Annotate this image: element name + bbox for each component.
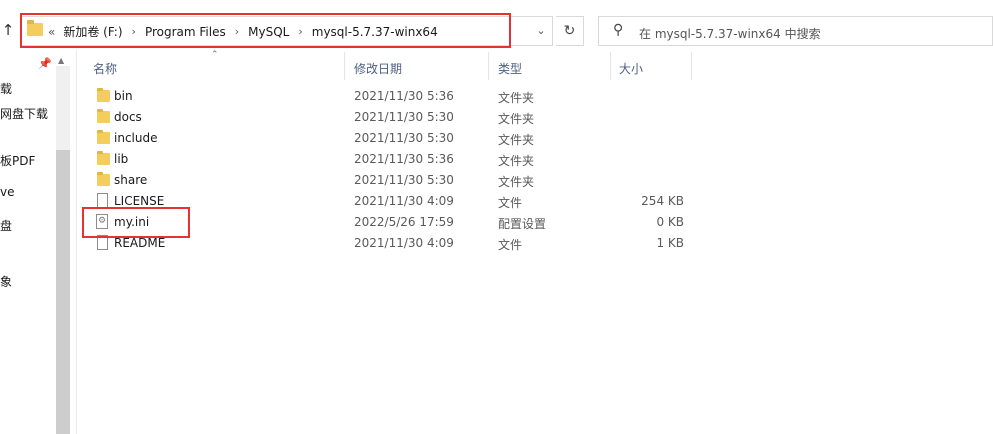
column-headers: ⌃ 名称 修改日期 类型 大小	[77, 50, 993, 82]
list-item[interactable]: include 2021/11/30 5:30 文件夹	[91, 128, 691, 149]
column-header-date[interactable]: 修改日期	[354, 60, 402, 77]
column-header-size[interactable]: 大小	[619, 60, 643, 77]
folder-icon	[97, 88, 110, 102]
file-date: 2021/11/30 5:36	[354, 89, 454, 103]
file-name: docs	[114, 110, 142, 124]
column-divider[interactable]	[344, 52, 345, 80]
file-type: 文件夹	[498, 91, 535, 105]
column-header-name[interactable]: 名称	[93, 60, 117, 77]
folder-icon	[97, 109, 110, 123]
file-size: 0 KB	[656, 215, 684, 229]
column-divider[interactable]	[488, 52, 489, 80]
file-size: 254 KB	[641, 194, 684, 208]
file-date: 2021/11/30 4:09	[354, 194, 454, 208]
nav-item-pdf[interactable]: 板PDF	[0, 152, 35, 169]
file-highlight-box	[82, 207, 190, 238]
list-item[interactable]: docs 2021/11/30 5:30 文件夹	[91, 107, 691, 128]
file-date: 2021/11/30 5:30	[354, 173, 454, 187]
file-name: README	[114, 236, 166, 250]
file-type: 文件夹	[498, 112, 535, 126]
arrow-up-icon[interactable]: ↑	[0, 20, 16, 40]
sort-ascending-icon: ⌃	[211, 50, 219, 60]
column-divider[interactable]	[691, 52, 692, 80]
chevron-down-icon[interactable]: ⌄	[530, 17, 552, 45]
toolbar: ↑ « 新加卷 (F:) › Program Files › MySQL › m…	[0, 0, 993, 50]
file-date: 2021/11/30 5:30	[354, 110, 454, 124]
scroll-up-icon[interactable]: ▲	[58, 56, 64, 65]
address-highlight-box	[20, 13, 511, 48]
scrollbar-thumb[interactable]	[56, 150, 70, 434]
search-input[interactable]: ⚲ 在 mysql-5.7.37-winx64 中搜索	[598, 16, 993, 46]
file-date: 2021/11/30 4:09	[354, 236, 454, 250]
folder-icon	[97, 172, 110, 186]
file-date: 2021/11/30 5:30	[354, 131, 454, 145]
file-type: 文件夹	[498, 133, 535, 147]
folder-icon	[97, 130, 110, 144]
file-name: bin	[114, 89, 133, 103]
file-name: lib	[114, 152, 129, 166]
pin-icon[interactable]: 📌	[38, 57, 52, 70]
list-item[interactable]: share 2021/11/30 5:30 文件夹	[91, 170, 691, 191]
file-type: 配置设置	[498, 217, 547, 231]
search-placeholder: 在 mysql-5.7.37-winx64 中搜索	[639, 27, 821, 41]
list-item[interactable]: lib 2021/11/30 5:36 文件夹	[91, 149, 691, 170]
file-type: 文件	[498, 238, 523, 252]
folder-icon	[97, 151, 110, 165]
refresh-icon[interactable]: ↻	[556, 16, 584, 46]
file-list: ⌃ 名称 修改日期 类型 大小 bin 2021/11/30 5:36 文件夹 …	[76, 50, 993, 434]
search-icon: ⚲	[613, 22, 624, 38]
nav-item-downloads[interactable]: 载	[0, 80, 12, 97]
nav-item-objects[interactable]: 象	[0, 273, 12, 290]
file-icon	[97, 193, 108, 208]
file-size: 1 KB	[656, 236, 684, 250]
column-divider[interactable]	[610, 52, 611, 80]
file-type: 文件	[498, 196, 523, 210]
list-item[interactable]: bin 2021/11/30 5:36 文件夹	[91, 86, 691, 107]
file-type: 文件夹	[498, 175, 535, 189]
file-name: share	[114, 173, 148, 187]
file-date: 2021/11/30 5:36	[354, 152, 454, 166]
file-date: 2022/5/26 17:59	[354, 215, 454, 229]
file-name: LICENSE	[114, 194, 165, 208]
column-header-type[interactable]: 类型	[498, 60, 522, 77]
file-name: include	[114, 131, 158, 145]
file-type: 文件夹	[498, 154, 535, 168]
scrollbar-track[interactable]	[56, 66, 70, 150]
navigation-pane: 📌 ▲ 载 网盘下载 板PDF ve 盘 象	[0, 50, 72, 434]
nav-item-netdisk-download[interactable]: 网盘下载	[0, 105, 48, 122]
nav-item-disk[interactable]: 盘	[0, 217, 12, 234]
nav-item-onedrive[interactable]: ve	[0, 185, 14, 199]
